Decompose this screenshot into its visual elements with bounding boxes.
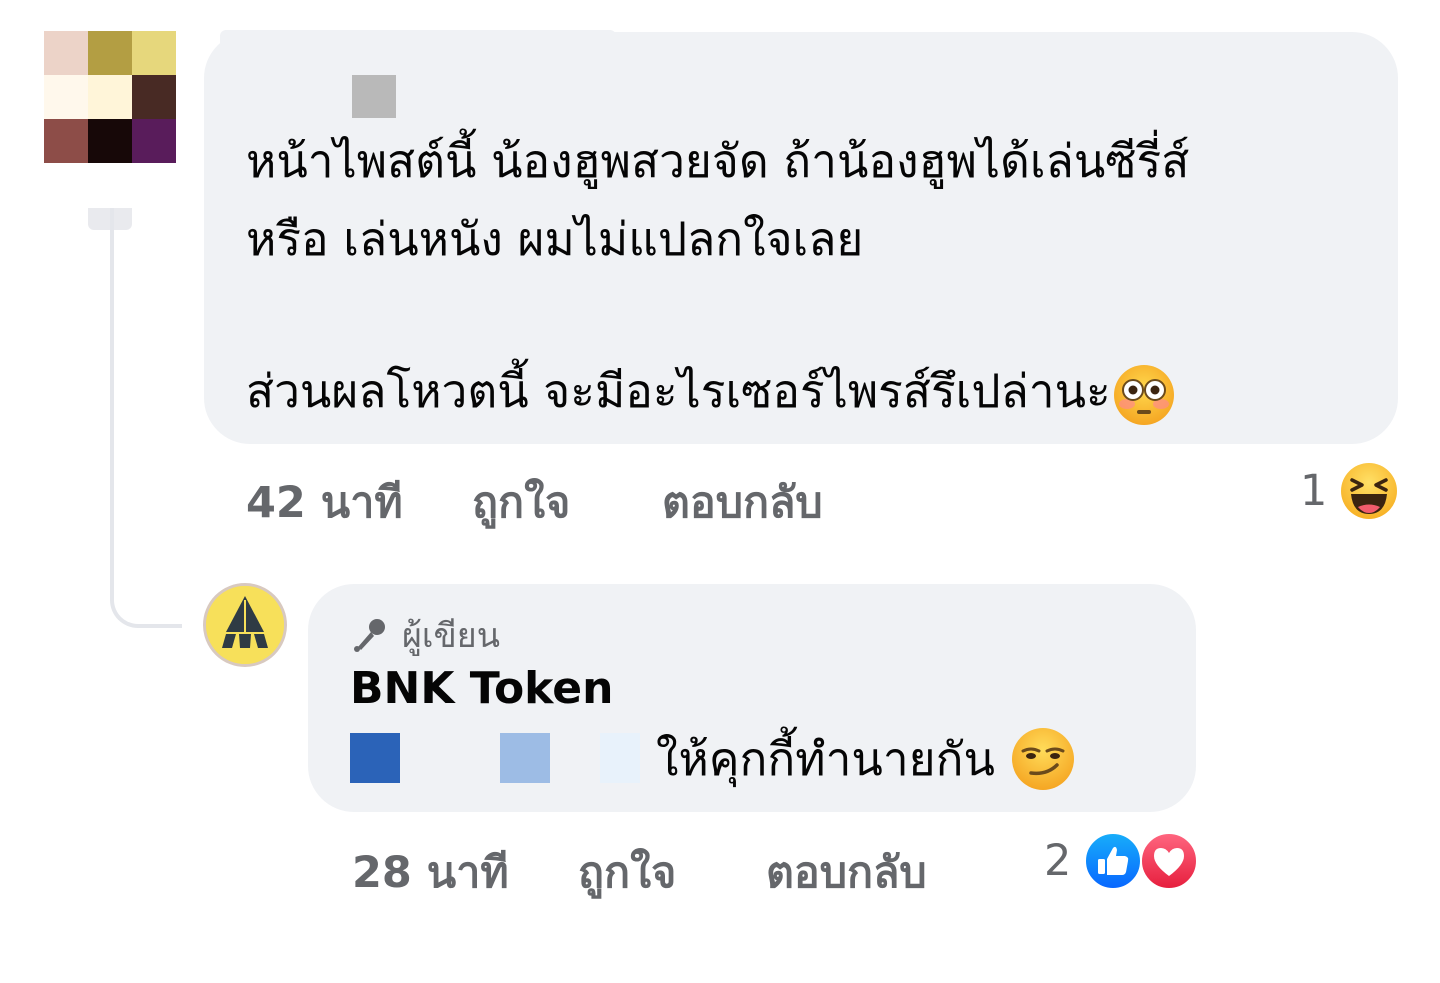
reply-reaction-count[interactable]: 2 bbox=[1044, 836, 1071, 886]
comment-text-line-content: ส่วนผลโหวตนี้ จะมีอะไรเซอร์ไพรส์รึเปล่าน… bbox=[246, 364, 1111, 418]
reaction-count[interactable]: 1 bbox=[1300, 466, 1327, 516]
like-reaction-icon[interactable] bbox=[1084, 832, 1142, 890]
avatar-pixel bbox=[44, 31, 88, 75]
commenter-avatar[interactable] bbox=[44, 31, 176, 163]
avatar-pixel bbox=[132, 75, 176, 119]
reply-like-button[interactable]: ถูกใจ bbox=[578, 838, 676, 906]
avatar-pixel bbox=[132, 119, 176, 163]
avatar-pixel bbox=[44, 75, 88, 119]
page-avatar[interactable] bbox=[203, 583, 287, 667]
avatar-pixel bbox=[44, 119, 88, 163]
reply-text: ให้คุกกี้ทำนายกัน bbox=[656, 732, 995, 786]
avatar-pixel bbox=[88, 75, 132, 119]
comment-text: หน้าไพสต์นี้ น้องฮูพสวยจัด ถ้าน้องฮูพได้… bbox=[246, 134, 1190, 266]
avatar-pixel bbox=[132, 31, 176, 75]
mention-redacted-2 bbox=[500, 733, 550, 783]
reply-text-row: ให้คุกกี้ทำนายกัน bbox=[656, 726, 1075, 792]
avatar-pixel bbox=[88, 119, 132, 163]
mention-redacted-1 bbox=[350, 733, 400, 783]
bnk-logo-icon bbox=[206, 586, 284, 664]
comment-timestamp[interactable]: 42 นาที bbox=[246, 468, 403, 536]
thread-connector-line bbox=[110, 208, 182, 628]
author-badge: ผู้เขียน bbox=[350, 613, 500, 657]
smirking-face-icon bbox=[1011, 727, 1075, 791]
love-reaction-icon[interactable] bbox=[1140, 832, 1198, 890]
like-button[interactable]: ถูกใจ bbox=[472, 468, 570, 536]
reply-timestamp[interactable]: 28 นาที bbox=[352, 838, 509, 906]
haha-reaction-icon[interactable] bbox=[1340, 462, 1398, 520]
avatar-pixel bbox=[88, 31, 132, 75]
microphone-icon bbox=[350, 615, 390, 655]
reply-button[interactable]: ตอบกลับ bbox=[662, 468, 823, 536]
comment-text-line: ส่วนผลโหวตนี้ จะมีอะไรเซอร์ไพรส์รึเปล่าน… bbox=[246, 352, 1175, 430]
reply-author-name[interactable]: BNK Token bbox=[350, 662, 613, 716]
commenter-name-redacted bbox=[352, 75, 396, 118]
comment-meta-row: 42 นาที ถูกใจ ตอบกลับ bbox=[246, 468, 946, 528]
reply-meta-row: 28 นาที ถูกใจ ตอบกลับ bbox=[352, 838, 1052, 898]
flushed-face-icon bbox=[1113, 364, 1175, 426]
author-badge-label: ผู้เขียน bbox=[402, 616, 500, 656]
reply-reply-button[interactable]: ตอบกลับ bbox=[766, 838, 927, 906]
mention-redacted-3 bbox=[600, 733, 640, 783]
